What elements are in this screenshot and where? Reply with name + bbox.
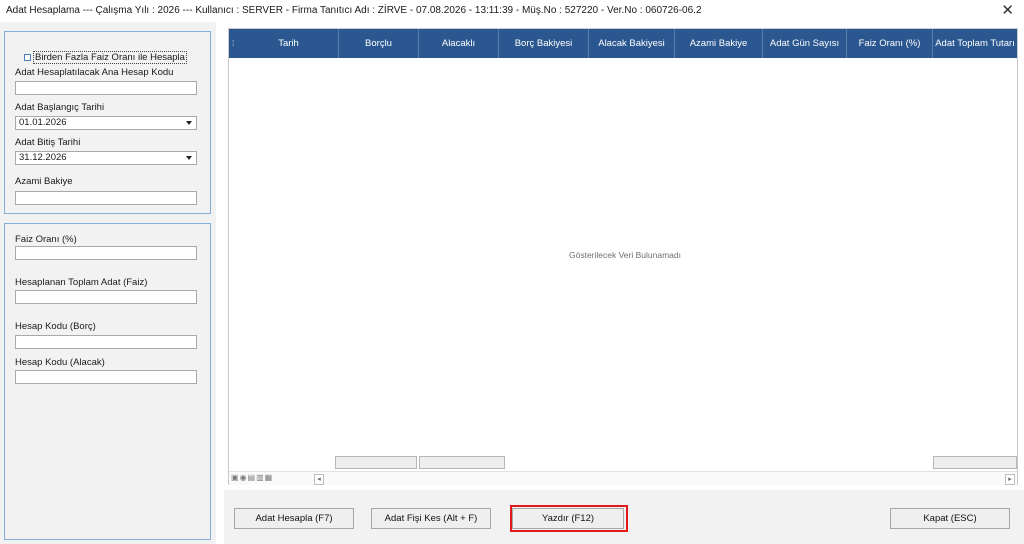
navigator-icons[interactable]: ▣◉▤▥▦ (231, 473, 273, 482)
row-indicator-icon: ⁞ (232, 39, 235, 48)
multi-rate-label: Birden Fazla Faiz Oranı ile Hesapla (33, 51, 187, 64)
close-button[interactable]: Kapat (ESC) (890, 508, 1010, 529)
interest-rate-label: Faiz Oranı (%) (15, 234, 77, 245)
multi-rate-checkbox[interactable]: Birden Fazla Faiz Oranı ile Hesapla (24, 51, 187, 64)
end-date-value: 31.12.2026 (19, 152, 67, 163)
column-header-adat-toplam-tutari[interactable]: Adat Toplam Tutarı (933, 29, 1017, 58)
column-header-borclu[interactable]: Borçlu (339, 29, 419, 58)
end-date-label: Adat Bitiş Tarihi (15, 137, 81, 148)
close-icon[interactable]: ✕ (1001, 1, 1014, 19)
column-header-alacak-bakiyesi[interactable]: Alacak Bakiyesi (589, 29, 675, 58)
scroll-left-icon[interactable]: ◂ (314, 474, 324, 485)
adat-data-grid[interactable]: ⁞ Tarih Borçlu Alacaklı Borç Bakiyesi Al… (228, 28, 1018, 485)
debit-account-input[interactable] (15, 335, 197, 349)
zoom-icon[interactable]: ▤ (248, 473, 257, 482)
scroll-right-icon[interactable]: ▸ (1005, 474, 1015, 485)
checkbox-box[interactable] (24, 53, 31, 61)
filter-icon[interactable]: ▥ (256, 473, 265, 482)
view-icon[interactable]: ◉ (240, 473, 248, 482)
debit-account-label: Hesap Kodu (Borç) (15, 321, 96, 332)
issue-voucher-button[interactable]: Adat Fişi Kes (Alt + F) (371, 508, 491, 529)
empty-data-message: Gösterilecek Veri Bulunamadı (569, 250, 681, 260)
column-header-borc-bakiyesi[interactable]: Borç Bakiyesi (499, 29, 589, 58)
total-adat-input[interactable] (15, 290, 197, 304)
summary-cell-alacakli (419, 456, 505, 469)
column-header-adat-gun-sayisi[interactable]: Adat Gün Sayısı (763, 29, 847, 58)
title-bar: Adat Hesaplama --- Çalışma Yılı : 2026 -… (0, 0, 1024, 22)
chevron-down-icon[interactable] (186, 156, 192, 160)
chevron-down-icon[interactable] (186, 121, 192, 125)
calculate-adat-button[interactable]: Adat Hesapla (F7) (234, 508, 354, 529)
start-date-dropdown[interactable]: 01.01.2026 (15, 116, 197, 130)
column-header-alacakli[interactable]: Alacaklı (419, 29, 499, 58)
grid-header: ⁞ Tarih Borçlu Alacaklı Borç Bakiyesi Al… (229, 29, 1017, 58)
column-header-faiz-orani[interactable]: Faiz Oranı (%) (847, 29, 933, 58)
window-title: Adat Hesaplama --- Çalışma Yılı : 2026 -… (6, 5, 702, 16)
end-date-dropdown[interactable]: 31.12.2026 (15, 151, 197, 165)
start-date-label: Adat Başlangıç Tarihi (15, 102, 105, 113)
summary-cell-adat-toplam (933, 456, 1017, 469)
summary-cell-borclu (335, 456, 417, 469)
credit-account-input[interactable] (15, 370, 197, 384)
column-header-tarih[interactable]: Tarih (239, 29, 339, 58)
print-icon[interactable]: ▦ (265, 473, 274, 482)
interest-rate-input[interactable] (15, 246, 197, 260)
max-balance-label: Azami Bakiye (15, 176, 73, 187)
main-account-code-label: Adat Hesaplatılacak Ana Hesap Kodu (15, 67, 174, 78)
grid-navigator: ▣◉▤▥▦ ◂ ▸ (229, 471, 1017, 485)
main-account-code-input[interactable] (15, 81, 197, 95)
start-date-value: 01.01.2026 (19, 117, 67, 128)
total-adat-label: Hesaplanan Toplam Adat (Faiz) (15, 277, 148, 288)
save-icon[interactable]: ▣ (231, 473, 240, 482)
max-balance-input[interactable] (15, 191, 197, 205)
print-button-highlight (510, 505, 628, 532)
credit-account-label: Hesap Kodu (Alacak) (15, 357, 105, 368)
column-header-azami-bakiye[interactable]: Azami Bakiye (675, 29, 763, 58)
